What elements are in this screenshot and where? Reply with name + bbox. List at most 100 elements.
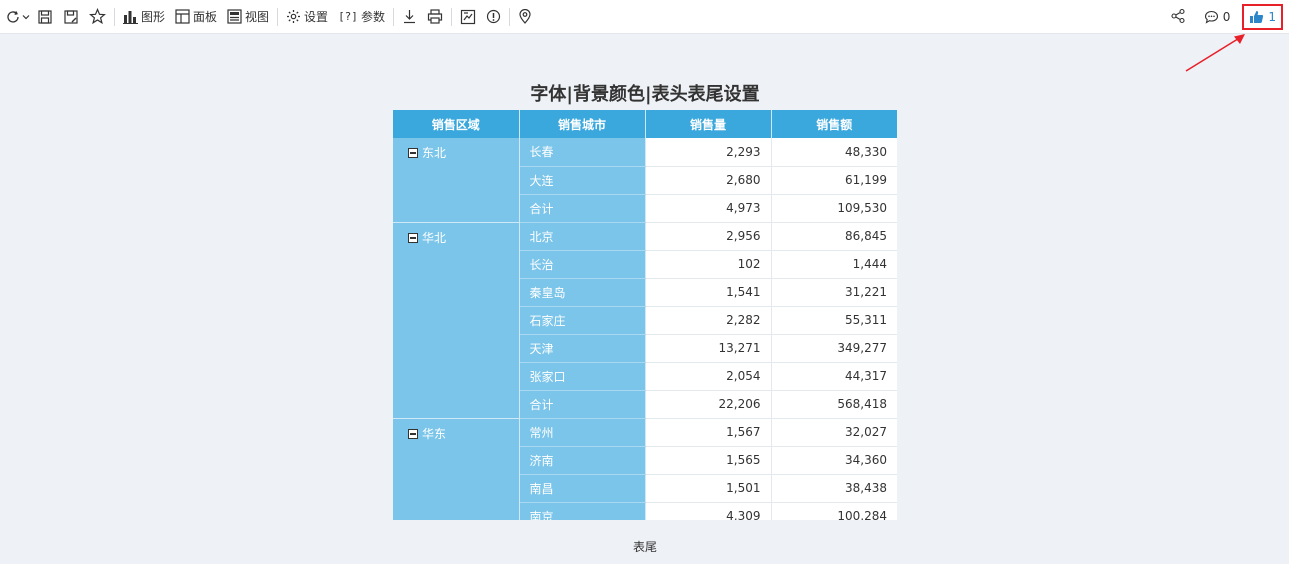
amount-cell: 44,317 bbox=[771, 362, 897, 391]
save-button[interactable] bbox=[32, 4, 58, 30]
column-header[interactable]: 销售城市 bbox=[519, 110, 646, 138]
star-icon bbox=[89, 8, 106, 25]
table-row: 东北 长春 2,293 48,330 bbox=[393, 138, 897, 223]
column-header[interactable]: 销售量 bbox=[645, 110, 772, 138]
comment-icon bbox=[1204, 10, 1218, 24]
amount-cell: 31,221 bbox=[771, 278, 897, 307]
share-button[interactable] bbox=[1164, 8, 1192, 27]
bar-chart-icon bbox=[123, 10, 138, 24]
table-row: 华北 北京 2,956 86,845 bbox=[393, 222, 897, 419]
city-cell: 北京 bbox=[519, 222, 646, 251]
print-button[interactable] bbox=[422, 4, 448, 30]
toolbar-left: 图形 面板 视图 设置 [?] 参数 bbox=[0, 0, 537, 34]
chevron-down-icon bbox=[22, 14, 30, 19]
qty-cell: 1,501 bbox=[645, 474, 772, 503]
qty-cell: 13,271 bbox=[645, 334, 772, 363]
city-cell: 济南 bbox=[519, 446, 646, 475]
report-table: 销售区域 销售城市 销售量 销售额 东北 长春 2,293 48,330 大连 … bbox=[393, 110, 897, 520]
table-row: 华东 常州 1,567 32,027 bbox=[393, 418, 897, 520]
chart-label: 图形 bbox=[141, 10, 166, 24]
param-button[interactable]: [?] 参数 bbox=[333, 4, 390, 30]
qty-cell: 1,567 bbox=[645, 418, 772, 447]
city-cell: 石家庄 bbox=[519, 306, 646, 335]
region-cell: 东北 bbox=[393, 138, 520, 223]
toolbar-separator bbox=[392, 7, 394, 26]
qty-cell: 4,309 bbox=[645, 502, 772, 520]
view-button[interactable]: 视图 bbox=[222, 4, 274, 30]
info-button[interactable] bbox=[481, 4, 506, 30]
save-as-button[interactable] bbox=[58, 4, 84, 30]
qty-cell: 2,956 bbox=[645, 222, 772, 251]
panel-label: 面板 bbox=[193, 10, 218, 24]
region-cell: 华北 bbox=[393, 222, 520, 419]
qty-cell: 2,282 bbox=[645, 306, 772, 335]
amount-cell: 32,027 bbox=[771, 418, 897, 447]
city-cell: 长治 bbox=[519, 250, 646, 279]
region-cell: 华东 bbox=[393, 418, 520, 520]
collapse-toggle[interactable] bbox=[408, 428, 418, 439]
city-cell: 南京 bbox=[519, 502, 646, 520]
report-footer: 表尾 bbox=[632, 540, 657, 554]
amount-cell: 55,311 bbox=[771, 306, 897, 335]
refresh-button[interactable] bbox=[0, 4, 21, 30]
city-cell: 天津 bbox=[519, 334, 646, 363]
toolbar-separator bbox=[114, 7, 115, 26]
toolbar-separator bbox=[508, 7, 510, 26]
like-button[interactable]: 1 bbox=[1242, 4, 1283, 30]
comment-count: 0 bbox=[1222, 10, 1231, 24]
chart-button[interactable]: 图形 bbox=[118, 4, 170, 30]
amount-cell: 568,418 bbox=[771, 390, 897, 419]
city-cell: 大连 bbox=[519, 166, 646, 195]
city-cell: 常州 bbox=[519, 418, 646, 447]
city-cell: 合计 bbox=[519, 390, 646, 419]
panel-icon bbox=[175, 9, 190, 24]
comment-button[interactable]: 0 bbox=[1198, 10, 1237, 24]
toolbar-separator bbox=[277, 7, 279, 26]
view-icon bbox=[227, 9, 242, 24]
amount-cell: 48,330 bbox=[771, 138, 897, 167]
report-title: 字体|背景颜色|表头表尾设置 bbox=[530, 84, 760, 105]
thumbs-up-icon bbox=[1250, 11, 1264, 23]
location-button[interactable] bbox=[513, 4, 537, 30]
column-header[interactable]: 销售额 bbox=[771, 110, 897, 138]
qty-cell: 2,293 bbox=[645, 138, 772, 167]
report-chart-icon bbox=[460, 9, 476, 24]
settings-label: 设置 bbox=[304, 10, 329, 24]
amount-cell: 349,277 bbox=[771, 334, 897, 363]
save-icon bbox=[38, 9, 52, 24]
collapse-toggle[interactable] bbox=[408, 232, 418, 243]
amount-cell: 34,360 bbox=[771, 446, 897, 475]
settings-button[interactable]: 设置 bbox=[281, 4, 333, 30]
annotation-arrow bbox=[1185, 34, 1245, 72]
toolbar-right: 0 1 bbox=[1164, 0, 1283, 34]
gear-icon bbox=[287, 10, 301, 23]
collapse-toggle[interactable] bbox=[408, 148, 418, 158]
qty-cell: 1,565 bbox=[645, 446, 772, 475]
city-cell: 长春 bbox=[519, 138, 646, 167]
table-header-row: 销售区域 销售城市 销售量 销售额 bbox=[393, 110, 897, 138]
qty-cell: 2,680 bbox=[645, 166, 772, 195]
amount-cell: 38,438 bbox=[771, 474, 897, 503]
qty-cell: 2,054 bbox=[645, 362, 772, 391]
refresh-dropdown[interactable] bbox=[21, 4, 32, 30]
amount-cell: 109,530 bbox=[771, 194, 897, 223]
export-button[interactable] bbox=[397, 4, 422, 30]
report-analysis-button[interactable] bbox=[455, 4, 481, 30]
panel-button[interactable]: 面板 bbox=[170, 4, 222, 30]
qty-cell: 1,541 bbox=[645, 278, 772, 307]
favorite-button[interactable] bbox=[84, 4, 111, 30]
report-table-container[interactable]: 销售区域 销售城市 销售量 销售额 东北 长春 2,293 48,330 大连 … bbox=[393, 110, 897, 520]
download-icon bbox=[403, 10, 415, 24]
amount-cell: 100,284 bbox=[771, 502, 897, 520]
param-label: 参数 bbox=[360, 10, 385, 24]
qty-cell: 22,206 bbox=[645, 390, 772, 419]
share-icon bbox=[1171, 8, 1185, 23]
region-label: 华北 bbox=[422, 230, 447, 245]
toolbar-separator bbox=[450, 7, 452, 26]
qty-cell: 4,973 bbox=[645, 194, 772, 223]
city-cell: 合计 bbox=[519, 194, 646, 223]
amount-cell: 86,845 bbox=[771, 222, 897, 251]
city-cell: 秦皇岛 bbox=[519, 278, 646, 307]
toolbar: 图形 面板 视图 设置 [?] 参数 0 1 bbox=[0, 0, 1289, 34]
column-header[interactable]: 销售区域 bbox=[393, 110, 520, 138]
